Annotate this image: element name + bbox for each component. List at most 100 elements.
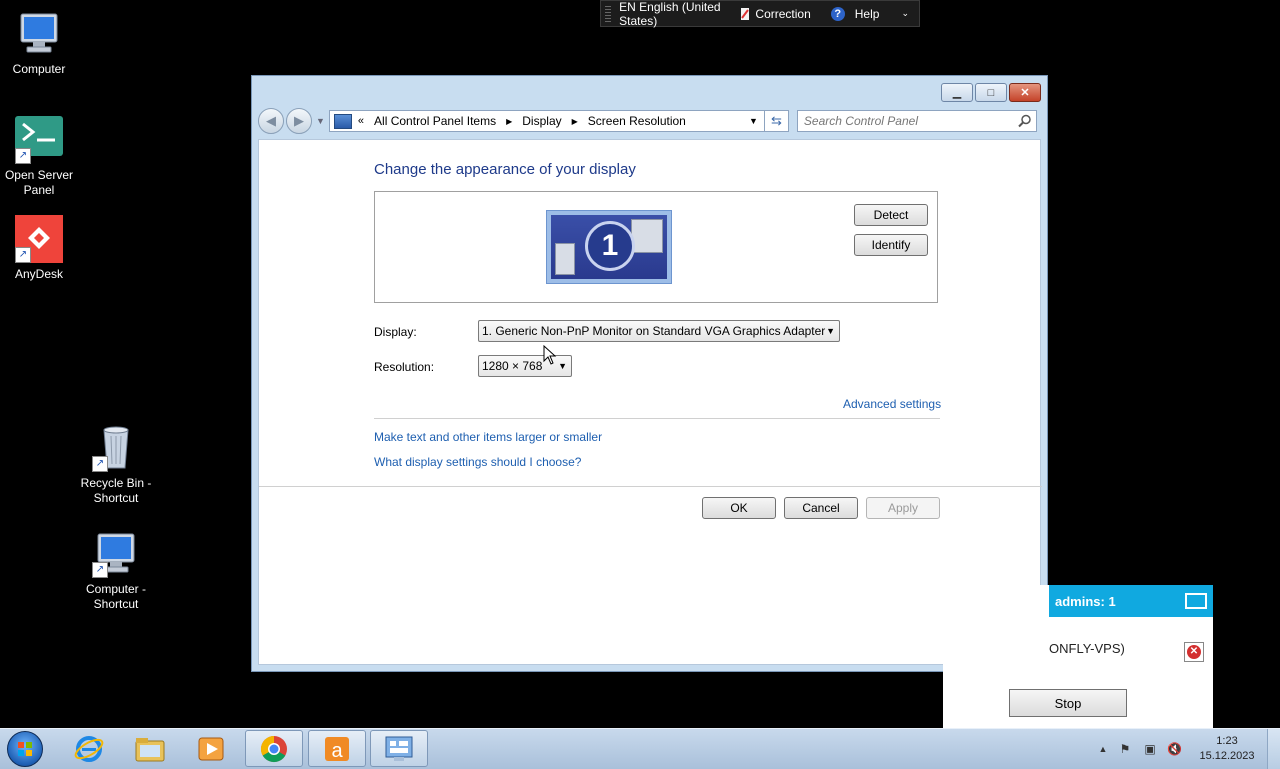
media-player-icon bbox=[198, 737, 224, 760]
recent-pages-dropdown[interactable]: ▼ bbox=[316, 116, 325, 126]
content-area: Change the appearance of your display 1 … bbox=[258, 139, 1042, 665]
anydesk-icon: ↗ bbox=[15, 215, 63, 263]
shortcut-arrow-icon: ↗ bbox=[15, 247, 31, 263]
window-controls: ▁ □ ✕ bbox=[941, 83, 1041, 102]
apply-button[interactable]: Apply bbox=[866, 497, 940, 519]
desktop-icon-computer[interactable]: Computer bbox=[1, 10, 77, 77]
shortcut-arrow-icon: ↗ bbox=[15, 148, 31, 164]
refresh-icon: ⇆ bbox=[770, 113, 782, 128]
stop-button[interactable]: Stop bbox=[1009, 689, 1127, 717]
network-icon[interactable]: ▣ bbox=[1143, 742, 1157, 756]
anydesk-session-panel: admins: 1 ONFLY-VPS) ✕ Stop bbox=[943, 585, 1213, 728]
language-bar[interactable]: EN English (United States) Correction ? … bbox=[600, 0, 920, 28]
clock-date: 15.12.2023 bbox=[1199, 750, 1255, 762]
desktop-icon-label: Computer bbox=[12, 62, 66, 76]
taskbar-chrome[interactable] bbox=[245, 730, 303, 767]
display-select[interactable]: 1. Generic Non-PnP Monitor on Standard V… bbox=[478, 320, 840, 342]
display-help-link[interactable]: What display settings should I choose? bbox=[374, 455, 581, 469]
divider bbox=[259, 486, 1042, 487]
computer-icon: ↗ bbox=[92, 530, 140, 578]
divider bbox=[374, 418, 940, 419]
help-icon: ? bbox=[830, 6, 845, 21]
dropdown-arrow-icon: ▼ bbox=[558, 361, 567, 371]
desktop-icon-label: Computer - Shortcut bbox=[85, 582, 147, 611]
advanced-settings-link[interactable]: Advanced settings bbox=[843, 397, 941, 411]
show-desktop-button[interactable] bbox=[1267, 729, 1280, 769]
ok-button[interactable]: OK bbox=[702, 497, 776, 519]
window-thumbnail-icon bbox=[555, 243, 575, 275]
breadcrumb-separator-icon[interactable]: ▶ bbox=[506, 117, 512, 126]
internet-explorer-icon bbox=[74, 735, 104, 762]
desktop-icon-label: AnyDesk bbox=[14, 267, 64, 281]
shortcut-arrow-icon: ↗ bbox=[92, 562, 108, 578]
anydesk-taskbar-icon: a bbox=[325, 736, 349, 762]
address-dropdown-icon[interactable]: ▼ bbox=[749, 116, 758, 126]
overflow-chevron-icon[interactable]: « bbox=[358, 115, 364, 127]
taskbar-anydesk[interactable]: a bbox=[308, 730, 366, 767]
back-button[interactable]: ◀ bbox=[258, 108, 284, 134]
help-label: Help bbox=[854, 6, 880, 21]
screen-resolution-window: ▁ □ ✕ ◀ ▶ ▼ « All Control Panel Items ▶ … bbox=[251, 75, 1048, 672]
breadcrumb-screen-resolution[interactable]: Screen Resolution bbox=[588, 114, 686, 128]
shortcut-arrow-icon: ↗ bbox=[92, 456, 108, 472]
breadcrumb-all-control-panel-items[interactable]: All Control Panel Items bbox=[374, 114, 496, 128]
terminal-icon: ↗ bbox=[15, 116, 63, 164]
windows-logo-icon bbox=[18, 742, 32, 756]
search-input[interactable]: Search Control Panel bbox=[796, 110, 1037, 132]
desktop-icon-computer-shortcut[interactable]: ↗ Computer - Shortcut bbox=[78, 530, 154, 612]
grip-handle-icon[interactable] bbox=[605, 5, 612, 22]
cancel-button[interactable]: Cancel bbox=[784, 497, 858, 519]
search-placeholder: Search Control Panel bbox=[803, 114, 918, 128]
computer-icon bbox=[15, 10, 63, 58]
navigation-bar: ◀ ▶ ▼ « All Control Panel Items ▶ Displa… bbox=[258, 106, 1041, 136]
desktop-icon-open-server-panel[interactable]: ↗ Open Server Panel bbox=[1, 116, 77, 198]
show-hidden-icons-arrow-icon[interactable]: ▲ bbox=[1096, 742, 1110, 756]
display-label: Display: bbox=[374, 325, 417, 339]
text-size-link[interactable]: Make text and other items larger or smal… bbox=[374, 430, 602, 444]
mouse-cursor-icon bbox=[543, 345, 557, 365]
start-button[interactable] bbox=[7, 731, 43, 767]
refresh-button[interactable]: ⇆ bbox=[764, 110, 789, 132]
session-count: admins: 1 bbox=[1055, 593, 1116, 609]
forward-arrow-icon: ▶ bbox=[294, 113, 304, 128]
taskbar-media-player[interactable] bbox=[182, 730, 240, 767]
minimize-button[interactable]: ▁ bbox=[941, 83, 973, 102]
options-arrow-icon[interactable]: ⌄ bbox=[901, 8, 909, 19]
desktop-icon-label: Recycle Bin - Shortcut bbox=[80, 476, 152, 505]
volume-muted-icon[interactable]: 🔇 bbox=[1167, 742, 1182, 756]
desktop-icon-recycle-bin[interactable]: ↗ Recycle Bin - Shortcut bbox=[78, 424, 154, 506]
resolution-label: Resolution: bbox=[374, 360, 435, 374]
identify-button[interactable]: Identify bbox=[854, 234, 928, 256]
language-indicator[interactable]: EN English (United States) bbox=[619, 0, 729, 28]
system-clock[interactable]: 1:23 15.12.2023 bbox=[1192, 734, 1262, 764]
resolution-select[interactable]: 1280 × 768 ▼ bbox=[478, 355, 572, 377]
help-button[interactable]: ? Help bbox=[830, 6, 890, 21]
taskbar-control-panel[interactable] bbox=[370, 730, 428, 767]
breadcrumb-separator-icon[interactable]: ▶ bbox=[572, 117, 578, 126]
dropdown-arrow-icon: ▼ bbox=[826, 326, 835, 336]
desktop-icon-label: Open Server Panel bbox=[4, 168, 74, 197]
detect-button[interactable]: Detect bbox=[854, 204, 928, 226]
resolution-select-value: 1280 × 768 bbox=[482, 359, 543, 373]
control-panel-icon bbox=[385, 736, 413, 761]
search-icon[interactable] bbox=[1018, 114, 1032, 128]
control-panel-icon bbox=[333, 113, 352, 129]
recycle-bin-icon: ↗ bbox=[92, 424, 140, 472]
taskbar-file-explorer[interactable] bbox=[121, 730, 179, 767]
disconnect-button[interactable]: ✕ bbox=[1184, 642, 1204, 662]
display-select-value: 1. Generic Non-PnP Monitor on Standard V… bbox=[482, 324, 826, 338]
action-center-flag-icon[interactable]: ⚑ bbox=[1118, 742, 1132, 756]
desktop-icon-anydesk[interactable]: ↗ AnyDesk bbox=[1, 215, 77, 282]
address-bar[interactable]: « All Control Panel Items ▶ Display ▶ Sc… bbox=[328, 110, 765, 132]
close-icon: ✕ bbox=[1020, 87, 1030, 99]
taskbar-internet-explorer[interactable] bbox=[60, 730, 118, 767]
maximize-button[interactable]: □ bbox=[975, 83, 1007, 102]
correction-button[interactable]: Correction bbox=[739, 7, 820, 21]
monitor-1-thumbnail[interactable]: 1 bbox=[546, 210, 672, 284]
forward-button[interactable]: ▶ bbox=[286, 108, 312, 134]
chrome-icon bbox=[260, 735, 287, 762]
display-preview: 1 Detect Identify bbox=[374, 191, 938, 303]
switch-side-icon[interactable] bbox=[1185, 593, 1207, 609]
breadcrumb-display[interactable]: Display bbox=[522, 114, 561, 128]
close-button[interactable]: ✕ bbox=[1009, 83, 1041, 102]
